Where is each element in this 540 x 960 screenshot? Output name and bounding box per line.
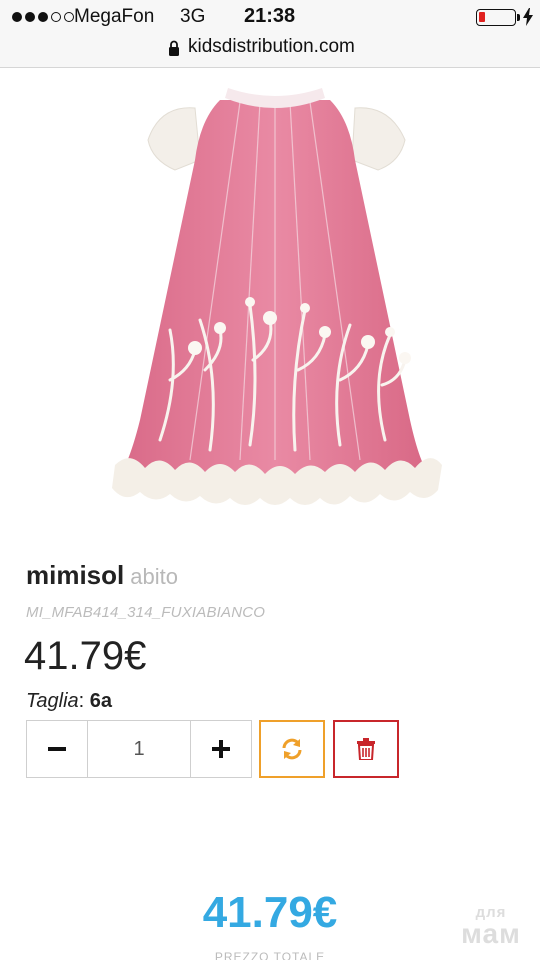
size-value: 6a [89, 690, 113, 712]
trash-icon [357, 738, 375, 760]
page-url[interactable]: kidsdistribution.com [188, 36, 355, 58]
charging-bolt-icon [523, 8, 533, 26]
quantity-stepper: 1 [26, 720, 252, 778]
product-image [112, 88, 442, 505]
quantity-input[interactable]: 1 [87, 721, 191, 777]
watermark-line-2: мам [461, 918, 521, 949]
product-size: Taglia: 6a [26, 690, 113, 712]
product-category: abito [130, 564, 178, 589]
signal-strength-icon [12, 12, 74, 22]
size-label: Taglia [26, 690, 79, 712]
status-time: 21:38 [244, 5, 296, 27]
update-cart-button[interactable] [259, 720, 325, 778]
increase-quantity-button[interactable] [191, 721, 251, 777]
network-type: 3G [180, 6, 206, 27]
lock-icon [169, 40, 179, 56]
brand-name: mimisol [26, 560, 125, 590]
status-bar: MegaFon 3G 21:38 [0, 0, 540, 34]
total-label: PREZZO TOTALE [214, 950, 326, 960]
browser-address-bar[interactable]: kidsdistribution.com [0, 34, 540, 68]
remove-item-button[interactable] [333, 720, 399, 778]
decrease-quantity-button[interactable] [27, 721, 87, 777]
watermark-logo: для мам [452, 905, 530, 948]
refresh-icon [282, 738, 302, 760]
carrier-name: MegaFon [74, 6, 155, 27]
minus-icon [48, 747, 66, 751]
product-brand: mimisol abito [26, 560, 178, 591]
battery-icon [476, 9, 520, 26]
product-price: 41.79€ [24, 634, 147, 678]
product-sku: MI_MFAB414_314_FUXIABIANCO [26, 604, 266, 621]
plus-icon [212, 740, 230, 758]
